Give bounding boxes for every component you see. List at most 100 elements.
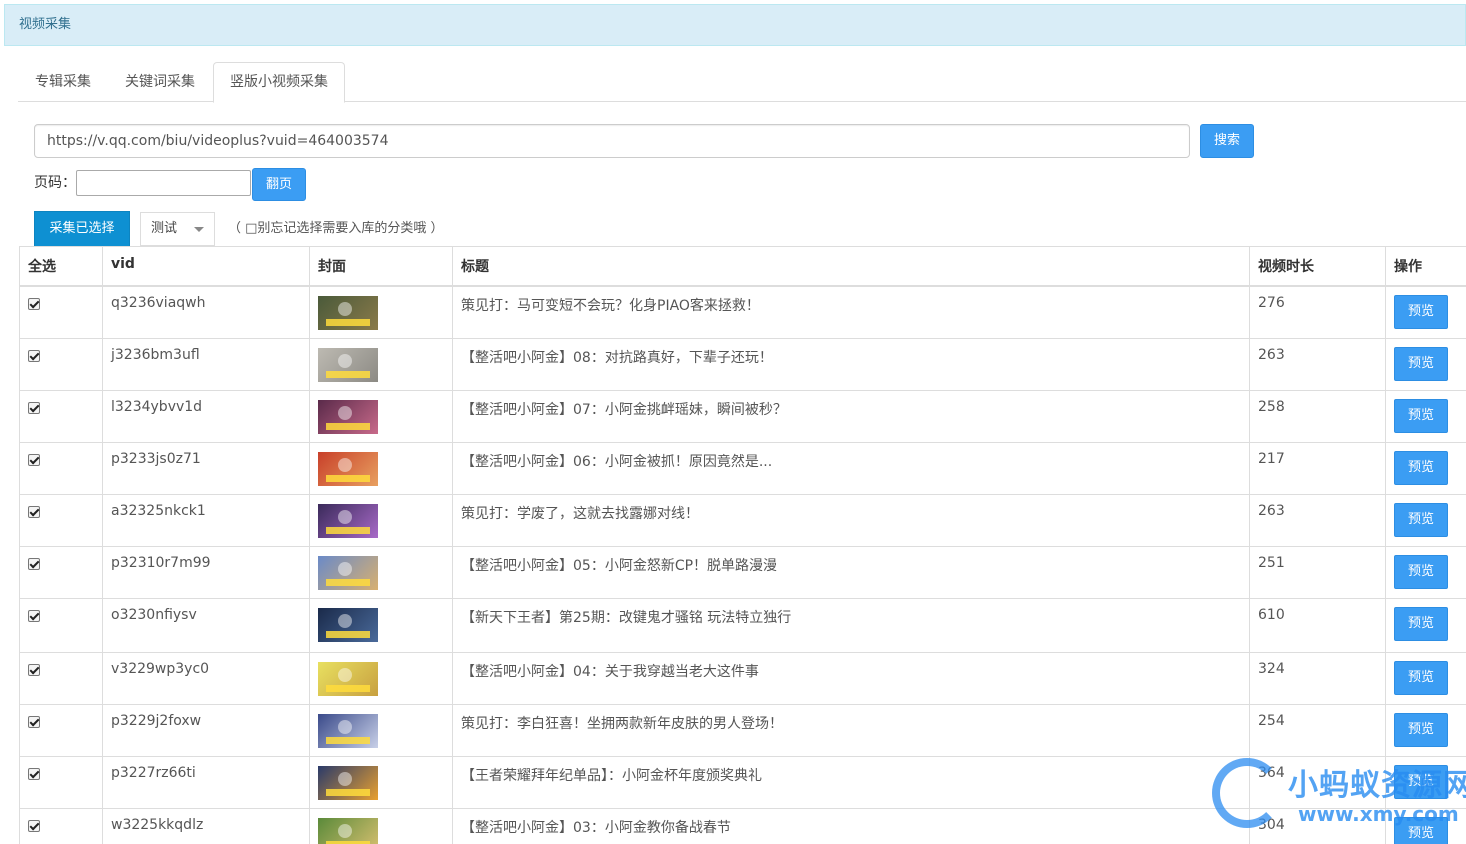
category-select[interactable]: 测试 [140, 212, 215, 246]
chevron-down-icon [194, 227, 204, 232]
row-checkbox[interactable] [28, 298, 40, 310]
table-row: p3233js0z71 【整活吧小阿金】06：小阿金被抓！原因竟然是... 217 预… [19, 442, 1466, 495]
row-checkbox-cell [19, 546, 103, 599]
row-vid: p3229j2foxw [102, 704, 310, 757]
tab-album-collect[interactable]: 专辑采集 [18, 62, 108, 102]
preview-button[interactable]: 预览 [1394, 555, 1448, 589]
row-checkbox-cell [19, 338, 103, 391]
table-row: l3234ybvv1d 【整活吧小阿金】07：小阿金挑衅瑶妹，瞬间被秒？ 258 预览 [19, 390, 1466, 443]
page-number-input[interactable] [76, 170, 251, 196]
row-checkbox[interactable] [28, 610, 40, 622]
cover-header: 封面 [309, 246, 453, 287]
tab-vertical-video-collect[interactable]: 竖版小视频采集 [213, 62, 345, 103]
row-checkbox[interactable] [28, 716, 40, 728]
table-row: p3227rz66ti 【王者荣耀拜年纪单品】：小阿金杯年度颁奖典礼 364 预览 [19, 756, 1466, 809]
select-all-header[interactable]: 全选 [19, 246, 103, 287]
table-row: j3236bm3ufl 【整活吧小阿金】08：对抗路真好，下辈子还玩！ 263 预览 [19, 338, 1466, 391]
row-action-cell: 预览 [1385, 494, 1466, 547]
duration-header: 视频时长 [1249, 246, 1386, 287]
row-title: 【整活吧小阿金】07：小阿金挑衅瑶妹，瞬间被秒？ [452, 390, 1250, 443]
preview-button[interactable]: 预览 [1394, 295, 1448, 329]
video-cover-thumbnail [318, 452, 378, 486]
row-duration: 276 [1249, 285, 1386, 339]
row-cover-cell [309, 808, 453, 844]
video-cover-thumbnail [318, 348, 378, 382]
row-action-cell: 预览 [1385, 338, 1466, 391]
row-action-cell: 预览 [1385, 808, 1466, 844]
row-checkbox-cell [19, 808, 103, 844]
url-input[interactable] [34, 124, 1190, 158]
row-vid: a32325nkck1 [102, 494, 310, 547]
category-select-value: 测试 [151, 221, 178, 236]
row-title: 【整活吧小阿金】04：关于我穿越当老大这件事 [452, 652, 1250, 705]
row-checkbox-cell [19, 652, 103, 705]
row-action-cell: 预览 [1385, 285, 1466, 339]
row-cover-cell [309, 390, 453, 443]
row-cover-cell [309, 652, 453, 705]
row-cover-cell [309, 338, 453, 391]
preview-button[interactable]: 预览 [1394, 503, 1448, 537]
row-title: 【整活吧小阿金】06：小阿金被抓！原因竟然是... [452, 442, 1250, 495]
preview-button[interactable]: 预览 [1394, 713, 1448, 747]
row-title: 【新天下王者】第25期：改键鬼才骚铭 玩法特立独行 [452, 598, 1250, 653]
row-vid: v3229wp3yc0 [102, 652, 310, 705]
action-header: 操作 [1385, 246, 1466, 287]
row-checkbox-cell [19, 390, 103, 443]
row-action-cell: 预览 [1385, 546, 1466, 599]
row-duration: 263 [1249, 338, 1386, 391]
row-duration: 254 [1249, 704, 1386, 757]
row-action-cell: 预览 [1385, 704, 1466, 757]
row-duration: 217 [1249, 442, 1386, 495]
row-vid: o3230nfiysv [102, 598, 310, 653]
video-table: 全选 vid 封面 标题 视频时长 操作 q3236viaqwh 策见打：马可变短… [19, 246, 1466, 844]
table-row: v3229wp3yc0 【整活吧小阿金】04：关于我穿越当老大这件事 324 预览 [19, 652, 1466, 705]
row-checkbox[interactable] [28, 506, 40, 518]
preview-button[interactable]: 预览 [1394, 451, 1448, 485]
row-action-cell: 预览 [1385, 442, 1466, 495]
row-vid: p32310r7m99 [102, 546, 310, 599]
row-checkbox[interactable] [28, 402, 40, 414]
row-duration: 610 [1249, 598, 1386, 653]
preview-button[interactable]: 预览 [1394, 607, 1448, 641]
row-cover-cell [309, 442, 453, 495]
row-cover-cell [309, 494, 453, 547]
video-cover-thumbnail [318, 662, 378, 696]
video-cover-thumbnail [318, 818, 378, 844]
category-hint: （ □别忘记选择需要入库的分类哦 ） [228, 221, 444, 236]
preview-button[interactable]: 预览 [1394, 765, 1448, 799]
video-cover-thumbnail [318, 400, 378, 434]
row-checkbox[interactable] [28, 664, 40, 676]
row-action-cell: 预览 [1385, 652, 1466, 705]
panel-title: 视频采集 [4, 4, 1466, 46]
row-title: 策见打：李白狂喜！坐拥两款新年皮肤的男人登场！ [452, 704, 1250, 757]
row-title: 策见打：学废了，这就去找露娜对线！ [452, 494, 1250, 547]
row-duration: 258 [1249, 390, 1386, 443]
preview-button[interactable]: 预览 [1394, 399, 1448, 433]
video-cover-thumbnail [318, 766, 378, 800]
row-vid: j3236bm3ufl [102, 338, 310, 391]
preview-button[interactable]: 预览 [1394, 347, 1448, 381]
row-duration: 304 [1249, 808, 1386, 844]
row-checkbox-cell [19, 442, 103, 495]
row-vid: q3236viaqwh [102, 285, 310, 339]
row-checkbox[interactable] [28, 768, 40, 780]
row-title: 【整活吧小阿金】05：小阿金怒新CP！脱单路漫漫 [452, 546, 1250, 599]
row-vid: p3227rz66ti [102, 756, 310, 809]
collect-selected-button[interactable]: 采集已选择 [34, 211, 130, 247]
video-cover-thumbnail [318, 608, 378, 642]
video-cover-thumbnail [318, 504, 378, 538]
tab-keyword-collect[interactable]: 关键词采集 [108, 62, 212, 102]
preview-button[interactable]: 预览 [1394, 661, 1448, 695]
row-checkbox[interactable] [28, 454, 40, 466]
table-row: o3230nfiysv 【新天下王者】第25期：改键鬼才骚铭 玩法特立独行 610 预… [19, 598, 1466, 653]
preview-button[interactable]: 预览 [1394, 817, 1448, 844]
row-checkbox[interactable] [28, 558, 40, 570]
row-checkbox[interactable] [28, 820, 40, 832]
row-checkbox[interactable] [28, 350, 40, 362]
next-page-button[interactable]: 翻页 [252, 168, 306, 201]
row-vid: w3225kkqdlz [102, 808, 310, 844]
row-duration: 263 [1249, 494, 1386, 547]
row-duration: 251 [1249, 546, 1386, 599]
row-duration: 364 [1249, 756, 1386, 809]
search-button[interactable]: 搜索 [1200, 124, 1254, 158]
